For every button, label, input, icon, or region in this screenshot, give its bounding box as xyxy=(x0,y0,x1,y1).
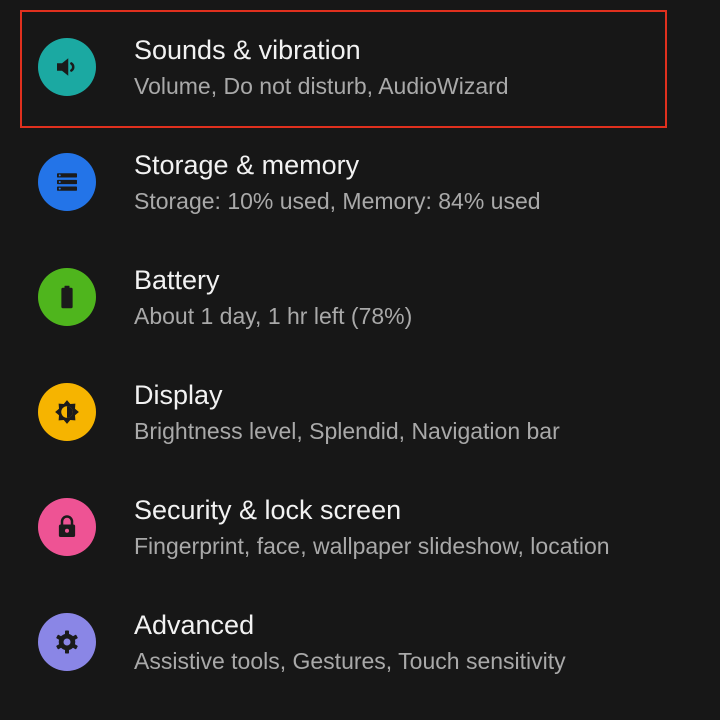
settings-item-subtitle: Storage: 10% used, Memory: 84% used xyxy=(134,188,541,214)
settings-item-subtitle: About 1 day, 1 hr left (78%) xyxy=(134,303,413,329)
settings-item-title: Security & lock screen xyxy=(134,495,402,525)
settings-item-title: Advanced xyxy=(134,610,255,640)
settings-item-subtitle: Fingerprint, face, wallpaper slideshow, … xyxy=(134,533,610,559)
battery-icon xyxy=(38,268,96,326)
settings-item-security-lock[interactable]: Security & lock screen Fingerprint, face… xyxy=(0,470,720,585)
gear-icon xyxy=(38,613,96,671)
settings-item-sounds-vibration[interactable]: Sounds & vibration Volume, Do not distur… xyxy=(0,10,720,125)
settings-item-subtitle: Assistive tools, Gestures, Touch sensiti… xyxy=(134,648,566,674)
storage-icon xyxy=(38,153,96,211)
settings-item-subtitle: Brightness level, Splendid, Navigation b… xyxy=(134,418,560,444)
settings-screen: Sounds & vibration Volume, Do not distur… xyxy=(0,0,720,720)
speaker-icon xyxy=(38,38,96,96)
brightness-icon xyxy=(38,383,96,441)
settings-item-title: Sounds & vibration xyxy=(134,35,361,65)
settings-item-title: Display xyxy=(134,380,223,410)
settings-item-title: Storage & memory xyxy=(134,150,360,180)
settings-item-subtitle: Volume, Do not disturb, AudioWizard xyxy=(134,73,509,99)
settings-item-storage-memory[interactable]: Storage & memory Storage: 10% used, Memo… xyxy=(0,125,720,240)
lock-icon xyxy=(38,498,96,556)
settings-item-display[interactable]: Display Brightness level, Splendid, Navi… xyxy=(0,355,720,470)
settings-item-advanced[interactable]: Advanced Assistive tools, Gestures, Touc… xyxy=(0,585,720,700)
settings-item-battery[interactable]: Battery About 1 day, 1 hr left (78%) xyxy=(0,240,720,355)
settings-item-title: Battery xyxy=(134,265,220,295)
